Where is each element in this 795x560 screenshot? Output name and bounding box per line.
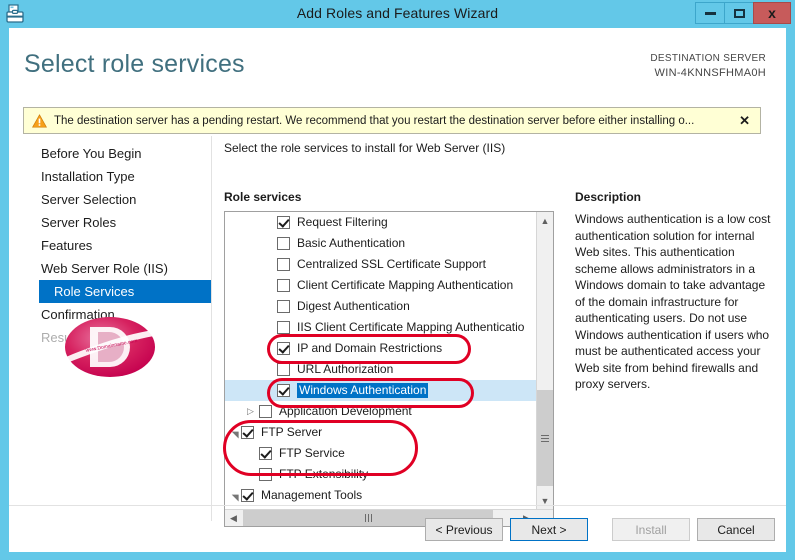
warning-close-icon[interactable]: ✕ [739,113,750,129]
role-service-row[interactable]: IIS Client Certificate Mapping Authentic… [225,317,536,338]
role-service-label: Client Certificate Mapping Authenticatio… [297,278,514,292]
window-frame-bottom [0,552,795,560]
chevron-down-icon[interactable]: ◢ [230,490,240,502]
role-service-label: Application Development [279,404,412,418]
warning-triangle-icon [32,113,47,128]
role-service-checkbox[interactable] [277,237,290,250]
vertical-scroll-thumb[interactable] [537,390,553,486]
role-service-checkbox[interactable] [259,447,272,460]
role-service-label: FTP Server [261,425,323,439]
wizard-footer: < Previous Next > Install Cancel [9,505,786,552]
scroll-grip-icon [541,434,549,442]
role-service-checkbox[interactable] [277,216,290,229]
sidebar-item-installation-type[interactable]: Installation Type [9,165,211,188]
pending-restart-warning: The destination server has a pending res… [23,107,761,134]
cancel-button[interactable]: Cancel [697,518,775,541]
role-service-row[interactable]: FTP Extensibility [225,464,536,485]
role-service-label: Windows Authentication [297,383,429,398]
role-services-list[interactable]: Request Filtering Basic Authentication Cen… [225,212,536,509]
install-button: Install [612,518,690,541]
add-roles-wizard-window: Add Roles and Features Wizard x Select r… [0,0,795,560]
chevron-right-icon[interactable]: ▷ [247,407,259,416]
d-oval-watermark-logo: www.Domainname.com [64,316,156,378]
page-title: Select role services [24,50,245,78]
role-service-label: FTP Extensibility [279,467,369,481]
scroll-up-icon[interactable]: ▲ [537,212,553,229]
description-label: Description [575,190,642,204]
description-text: Windows authentication is a low cost aut… [575,212,771,391]
role-service-row[interactable]: IP and Domain Restrictions [225,338,536,359]
destination-server-label: DESTINATION SERVER [650,53,766,64]
wizard-navigation: Before You Begin Installation Type Serve… [9,136,212,521]
role-service-label: IIS Client Certificate Mapping Authentic… [297,320,525,334]
title-bar: Add Roles and Features Wizard x [0,0,795,28]
warning-text: The destination server has a pending res… [54,114,695,127]
role-service-checkbox[interactable] [277,279,290,292]
minimize-button[interactable] [695,2,725,24]
role-service-label: FTP Service [279,446,345,460]
role-service-row[interactable]: Request Filtering [225,212,536,233]
sidebar-item-server-roles[interactable]: Server Roles [9,211,211,234]
role-service-row[interactable]: ◢ Management Tools [225,485,536,506]
role-service-row[interactable]: ▷ Application Development [225,401,536,422]
role-service-checkbox[interactable] [259,468,272,481]
role-service-checkbox[interactable] [277,363,290,376]
role-services-listbox[interactable]: Request Filtering Basic Authentication Cen… [224,211,554,527]
maximize-button[interactable] [724,2,754,24]
role-service-checkbox[interactable] [277,321,290,334]
minimize-icon [704,11,716,15]
role-service-label: Basic Authentication [297,236,406,250]
role-service-checkbox[interactable] [241,426,254,439]
main-content: Select the role services to install for … [213,136,786,527]
role-service-checkbox[interactable] [241,489,254,502]
page-subheading: Select the role services to install for … [224,141,506,155]
role-services-label: Role services [224,190,302,204]
role-service-label: Management Tools [261,488,363,502]
sidebar-item-before-you-begin[interactable]: Before You Begin [9,142,211,165]
sidebar-item-web-server-role-iis[interactable]: Web Server Role (IIS) [9,257,211,280]
destination-server-name: WIN-4KNNSFHMA0H [654,67,766,79]
role-service-label: Centralized SSL Certificate Support [297,257,486,271]
window-frame-right [786,28,795,560]
role-service-row[interactable]: Client Certificate Mapping Authenticatio… [225,275,536,296]
role-service-checkbox[interactable] [277,384,290,397]
role-service-checkbox[interactable] [277,342,290,355]
role-service-row[interactable]: FTP Service [225,443,536,464]
window-frame-left [0,28,9,560]
sidebar-item-role-services[interactable]: Role Services [39,280,211,303]
sidebar-item-features[interactable]: Features [9,234,211,257]
maximize-icon [733,8,745,18]
list-vertical-scrollbar[interactable]: ▲ ▼ [536,212,553,509]
window-controls: x [695,2,791,24]
role-service-label: URL Authorization [297,362,394,376]
role-service-row[interactable]: Windows Authentication [225,380,536,401]
role-service-row[interactable]: Basic Authentication [225,233,536,254]
role-service-row[interactable]: Centralized SSL Certificate Support [225,254,536,275]
role-service-label: Request Filtering [297,215,388,229]
wizard-page: Select role services DESTINATION SERVER … [9,28,786,552]
close-button[interactable]: x [753,2,791,24]
sidebar-item-server-selection[interactable]: Server Selection [9,188,211,211]
role-service-label: Digest Authentication [297,299,410,313]
role-service-checkbox[interactable] [277,300,290,313]
role-service-label: IP and Domain Restrictions [297,341,443,355]
role-service-row[interactable]: Digest Authentication [225,296,536,317]
role-service-row[interactable]: URL Authorization [225,359,536,380]
role-service-row[interactable]: ◢ FTP Server [225,422,536,443]
role-service-checkbox[interactable] [277,258,290,271]
chevron-down-icon[interactable]: ◢ [230,427,240,439]
window-title: Add Roles and Features Wizard [296,5,499,21]
previous-button[interactable]: < Previous [425,518,503,541]
destination-server-block: DESTINATION SERVER WIN-4KNNSFHMA0H [650,51,766,81]
next-button[interactable]: Next > [510,518,588,541]
role-service-checkbox[interactable] [259,405,272,418]
